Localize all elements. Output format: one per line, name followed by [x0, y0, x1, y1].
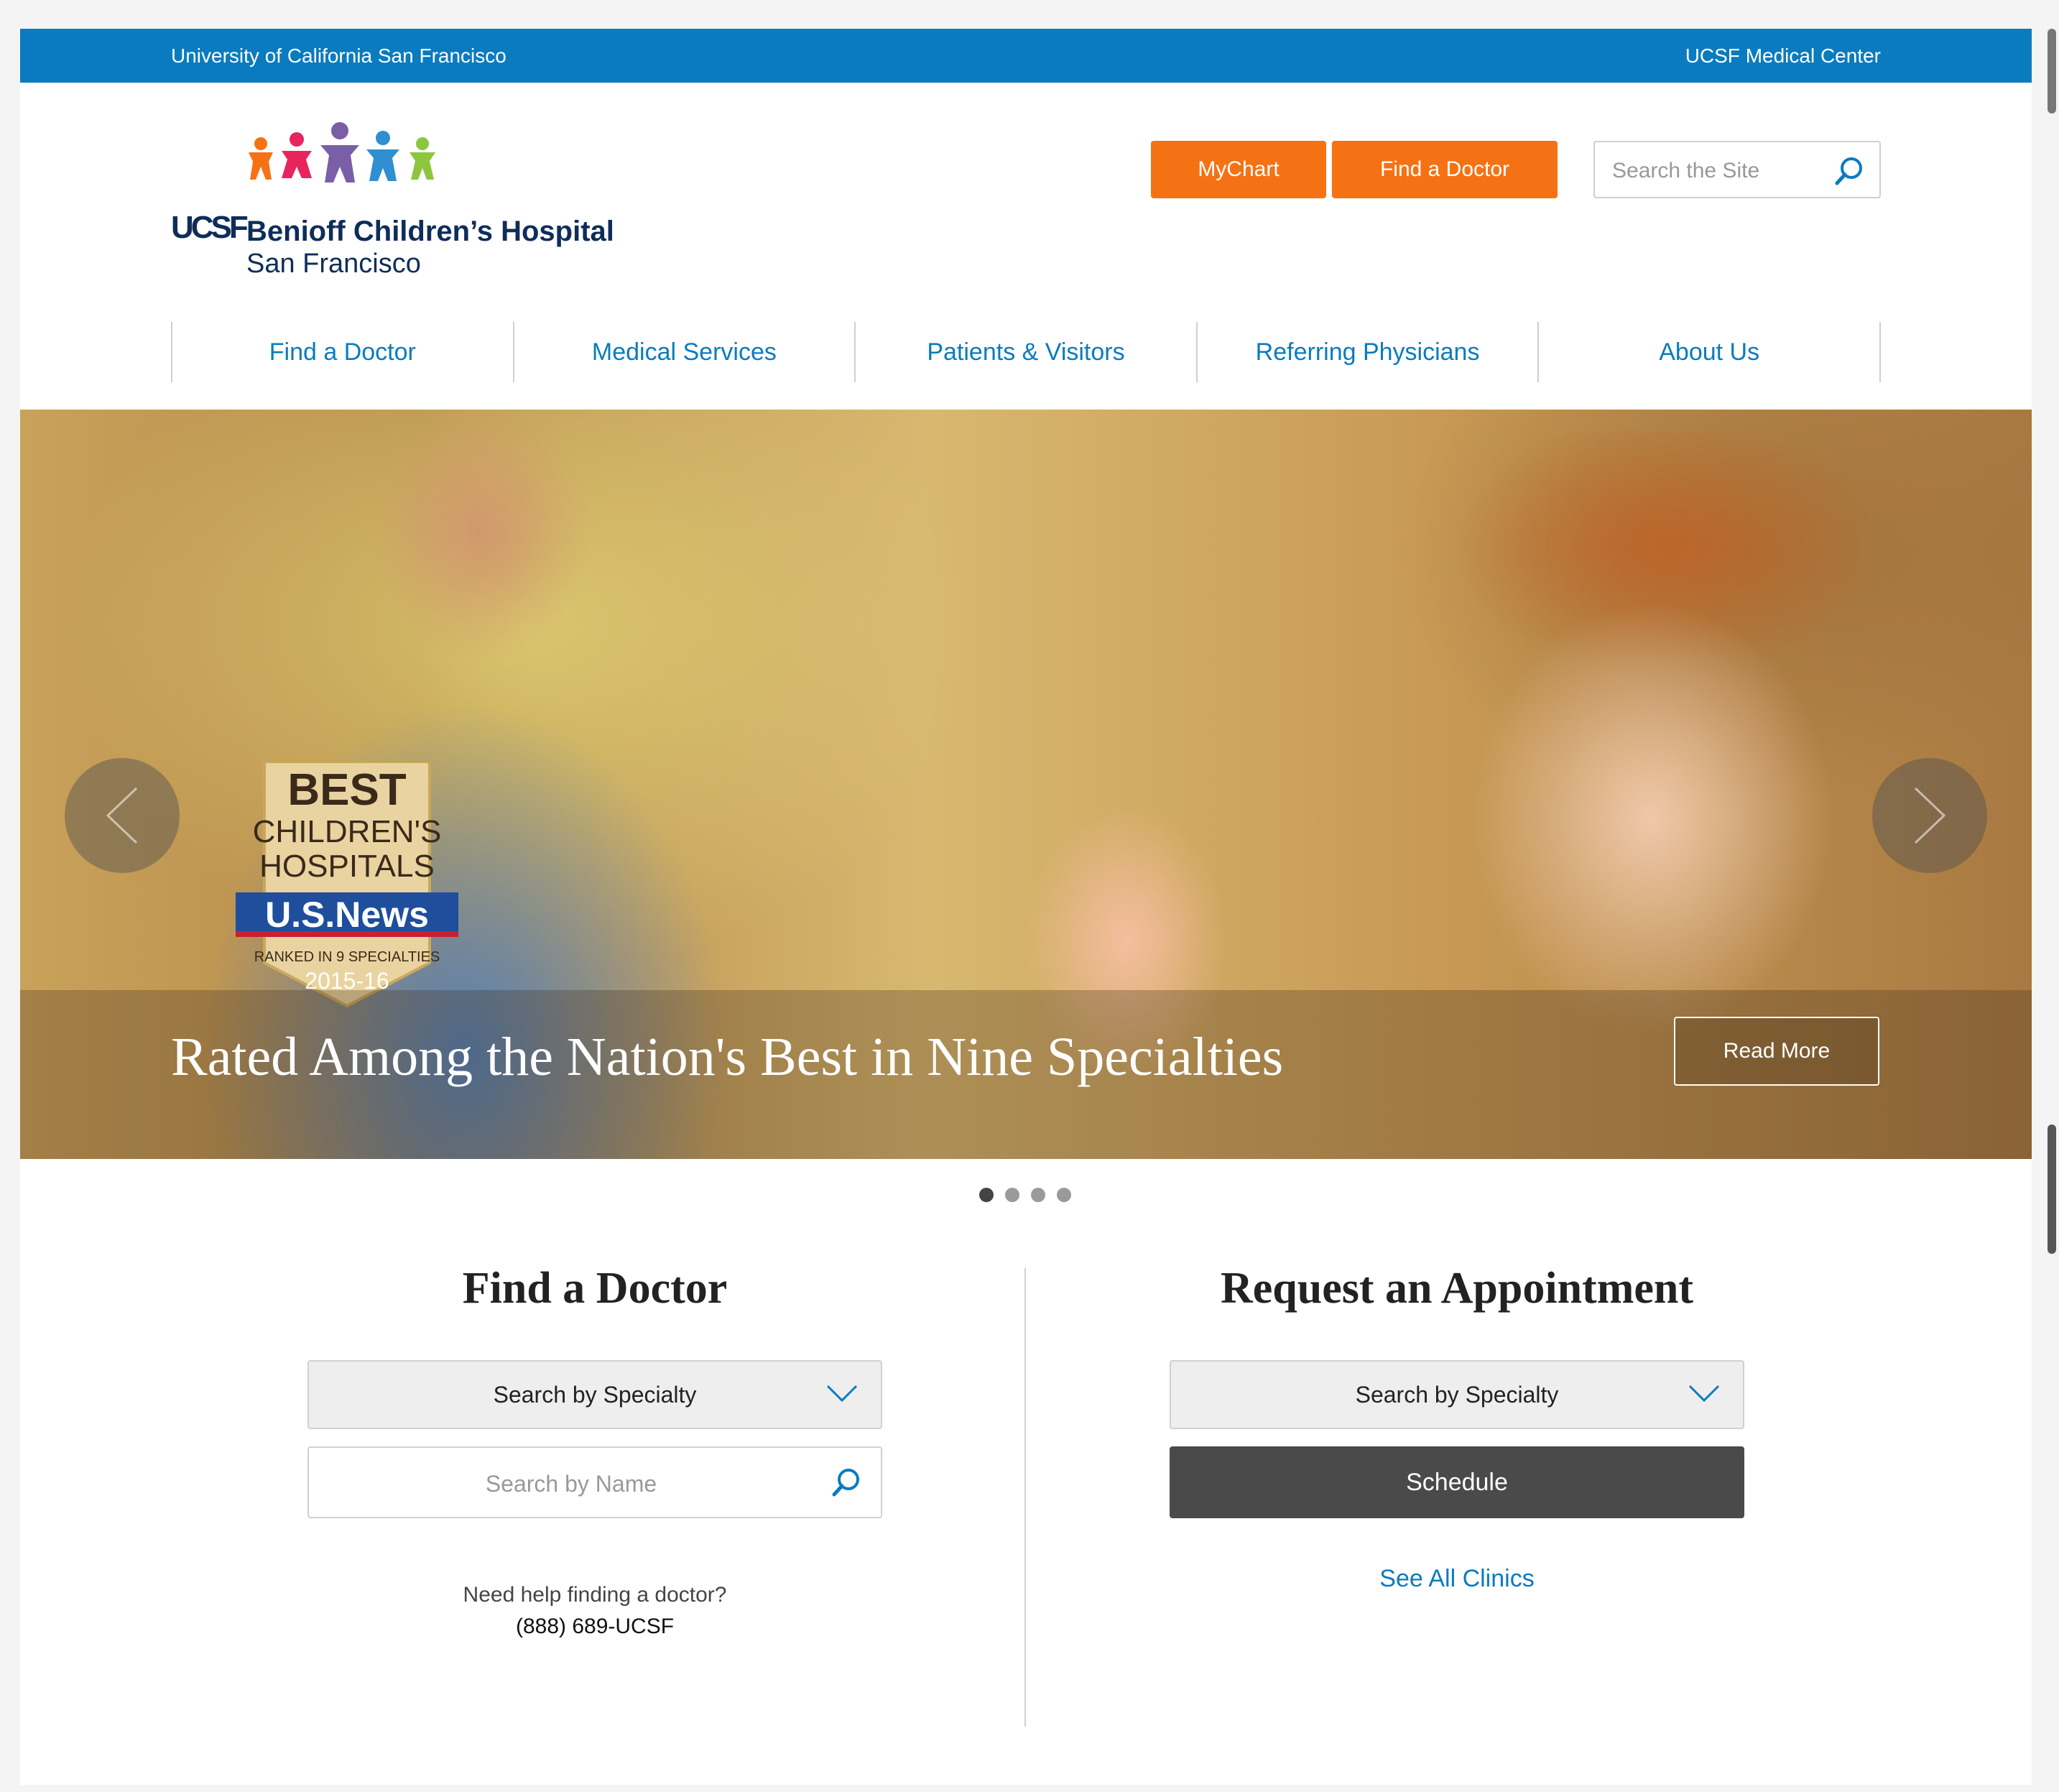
search-icon[interactable] [830, 1467, 862, 1502]
appointment-title: Request an Appointment [1221, 1264, 1693, 1313]
help-text: Need help finding a doctor? [463, 1583, 727, 1607]
chevron-right-icon [1914, 787, 1946, 844]
find-doctor-specialty-select[interactable]: Search by Specialty [307, 1360, 882, 1429]
specialty-select-value: Search by Specialty [1355, 1381, 1559, 1408]
panel-divider [1024, 1268, 1026, 1727]
primary-nav: Find a Doctor Medical Services Patients … [171, 322, 1881, 382]
carousel-dots [979, 1188, 1071, 1202]
scrollbar-track[interactable] [2045, 0, 2059, 1792]
ucsf-link[interactable]: University of California San Francisco [171, 45, 506, 68]
carousel-next-button[interactable] [1872, 758, 1987, 873]
logo[interactable]: UCSF Benioff Children’s Hospital San Fra… [171, 122, 631, 287]
appointment-specialty-select[interactable]: Search by Specialty [1170, 1360, 1744, 1429]
chevron-down-icon [1688, 1385, 1720, 1403]
nav-about-us[interactable]: About Us [1537, 322, 1881, 382]
mychart-button[interactable]: MyChart [1151, 141, 1326, 198]
specialty-select-value: Search by Specialty [493, 1381, 697, 1408]
chevron-left-icon [106, 787, 138, 844]
ucsf-wordmark: UCSF [171, 210, 249, 245]
nav-medical-services[interactable]: Medical Services [512, 322, 855, 382]
hospital-name: Benioff Children’s Hospital [246, 216, 614, 247]
page: University of California San Francisco U… [20, 29, 2032, 1785]
badge-line1: BEST [287, 765, 406, 815]
schedule-button[interactable]: Schedule [1170, 1446, 1744, 1518]
nav-patients-visitors[interactable]: Patients & Visitors [854, 322, 1196, 382]
scrollbar-thumb-outer[interactable] [2048, 29, 2056, 114]
carousel-dot-1[interactable] [979, 1188, 994, 1202]
help-phone-link[interactable]: (888) 689-UCSF [307, 1615, 882, 1639]
hero-carousel: BEST CHILDREN'S HOSPITALS U.S.News RANKE… [20, 410, 2032, 1159]
site-search-input[interactable] [1612, 157, 1828, 185]
hero-caption: Rated Among the Nation's Best in Nine Sp… [171, 1027, 1284, 1087]
chevron-down-icon [826, 1385, 858, 1403]
children-figures-logo-icon [249, 122, 435, 183]
nav-referring-physicians[interactable]: Referring Physicians [1195, 322, 1538, 382]
badge-line2: CHILDREN'S [253, 814, 442, 849]
doctor-name-search [307, 1446, 882, 1518]
site-search [1593, 141, 1881, 198]
carousel-dot-2[interactable] [1005, 1188, 1019, 1202]
carousel-prev-button[interactable] [65, 758, 180, 873]
hospital-city: San Francisco [246, 249, 421, 279]
search-icon[interactable] [1833, 155, 1865, 190]
utility-bar: University of California San Francisco U… [20, 29, 2032, 83]
us-news-badge: BEST CHILDREN'S HOSPITALS U.S.News RANKE… [236, 762, 458, 1008]
medical-center-link[interactable]: UCSF Medical Center [1685, 45, 1881, 68]
see-all-clinics-link[interactable]: See All Clinics [1170, 1565, 1744, 1593]
badge-line3: HOSPITALS [259, 849, 435, 884]
find-doctor-button[interactable]: Find a Doctor [1332, 141, 1558, 198]
carousel-dot-3[interactable] [1031, 1188, 1045, 1202]
carousel-dot-4[interactable] [1057, 1188, 1071, 1202]
nav-find-doctor[interactable]: Find a Doctor [171, 322, 513, 382]
badge-ranked: RANKED IN 9 SPECIALTIES [254, 949, 440, 965]
find-doctor-title: Find a Doctor [462, 1264, 728, 1313]
read-more-button[interactable]: Read More [1674, 1017, 1879, 1086]
doctor-name-input[interactable] [338, 1468, 805, 1500]
badge-brand: U.S.News [265, 895, 429, 935]
scrollbar-thumb[interactable] [2048, 1124, 2056, 1254]
